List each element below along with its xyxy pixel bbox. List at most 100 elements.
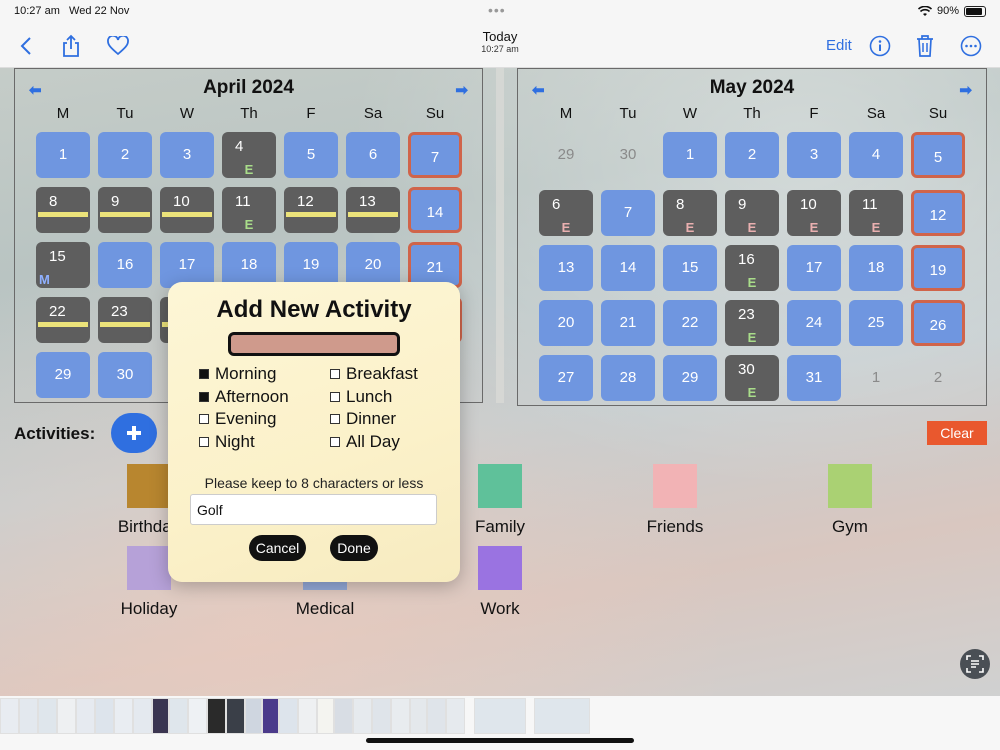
next-month-arrow-icon[interactable]: ➡	[959, 81, 972, 99]
screenshot-thumbnail[interactable]	[76, 698, 95, 734]
day-cell[interactable]: 23 E	[725, 300, 779, 346]
day-cell[interactable]: 16	[98, 242, 152, 288]
day-cell[interactable]: 10 E	[787, 190, 841, 236]
screenshot-thumbnail[interactable]	[207, 698, 226, 734]
day-cell[interactable]: 2	[725, 132, 779, 178]
info-icon[interactable]	[868, 34, 892, 58]
checkbox[interactable]	[199, 391, 209, 402]
text-scan-icon[interactable]	[960, 649, 990, 679]
screenshot-thumbnail[interactable]	[262, 698, 279, 734]
screenshot-thumbnail[interactable]	[427, 698, 446, 734]
more-icon[interactable]	[959, 34, 983, 58]
screenshot-thumbnail[interactable]	[38, 698, 57, 734]
day-cell[interactable]: 15 M	[36, 242, 90, 288]
activity-swatch[interactable]	[478, 464, 522, 508]
activity-swatch[interactable]	[478, 546, 522, 590]
screenshot-thumbnail[interactable]	[57, 698, 76, 734]
checkbox[interactable]	[330, 414, 340, 424]
heart-icon[interactable]	[106, 34, 130, 58]
day-cell[interactable]: 22	[663, 300, 717, 346]
done-button[interactable]: Done	[330, 535, 378, 561]
day-cell[interactable]: 2	[98, 132, 152, 178]
time-option[interactable]: Lunch	[330, 387, 392, 407]
activity-swatch[interactable]	[653, 464, 697, 508]
time-option[interactable]: Evening	[199, 409, 276, 429]
screenshot-thumbnail[interactable]	[279, 698, 298, 734]
screenshot-thumbnail[interactable]	[226, 698, 245, 734]
checkbox[interactable]	[330, 391, 340, 402]
day-cell[interactable]: 11 E	[849, 190, 903, 236]
day-cell[interactable]: 4	[849, 132, 903, 178]
day-cell[interactable]: 29	[36, 352, 90, 398]
day-cell[interactable]: 30	[98, 352, 152, 398]
screenshot-thumbnail[interactable]	[152, 698, 169, 734]
screenshot-thumbnail[interactable]	[446, 698, 465, 734]
day-cell[interactable]: 3	[787, 132, 841, 178]
clear-button[interactable]: Clear	[927, 421, 987, 445]
day-cell[interactable]: 3	[160, 132, 214, 178]
screenshot-thumbnail[interactable]	[474, 698, 526, 734]
home-indicator[interactable]	[366, 738, 634, 743]
time-option[interactable]: Dinner	[330, 409, 396, 429]
screenshot-thumbnail[interactable]	[95, 698, 114, 734]
day-cell[interactable]: 30 E	[725, 355, 779, 401]
checkbox[interactable]	[330, 436, 340, 447]
day-cell[interactable]: 9E	[725, 190, 779, 236]
day-cell[interactable]: 4E	[222, 132, 276, 178]
checkbox[interactable]	[199, 436, 209, 447]
screenshot-thumbnail[interactable]	[410, 698, 427, 734]
day-cell[interactable]: 17	[787, 245, 841, 291]
day-cell[interactable]: 31	[787, 355, 841, 401]
time-option[interactable]: Breakfast	[330, 364, 418, 384]
day-cell[interactable]: 26	[911, 300, 965, 346]
day-cell[interactable]: 19	[911, 245, 965, 291]
day-cell[interactable]: 5	[911, 132, 965, 178]
day-cell[interactable]: 8E	[663, 190, 717, 236]
day-cell[interactable]: 27	[539, 355, 593, 401]
share-icon[interactable]	[59, 34, 83, 58]
activity-swatch[interactable]	[127, 546, 171, 590]
day-cell[interactable]: 6	[346, 132, 400, 178]
screenshot-thumbnail[interactable]	[298, 698, 317, 734]
activity-swatch[interactable]	[828, 464, 872, 508]
day-cell[interactable]: 7	[408, 132, 462, 178]
day-cell[interactable]: 13	[539, 245, 593, 291]
screenshot-thumbnail[interactable]	[169, 698, 188, 734]
cancel-button[interactable]: Cancel	[249, 535, 306, 561]
time-option[interactable]: Morning	[199, 364, 276, 384]
day-cell[interactable]: 14	[408, 187, 462, 233]
checkbox[interactable]	[199, 369, 209, 379]
screenshot-thumbnail[interactable]	[334, 698, 353, 734]
screenshot-thumbnail[interactable]	[19, 698, 38, 734]
trash-icon[interactable]	[913, 34, 937, 58]
checkbox[interactable]	[199, 414, 209, 424]
day-cell[interactable]: 7	[601, 190, 655, 236]
day-cell[interactable]: 6E	[539, 190, 593, 236]
day-cell[interactable]: 16 E	[725, 245, 779, 291]
day-cell[interactable]: 10	[160, 187, 214, 233]
day-cell[interactable]: 9	[98, 187, 152, 233]
back-icon[interactable]	[14, 34, 38, 58]
day-cell[interactable]: 1	[36, 132, 90, 178]
activity-name-input[interactable]	[190, 494, 437, 525]
screenshot-thumbnail[interactable]	[391, 698, 410, 734]
screenshot-thumbnail[interactable]	[114, 698, 133, 734]
day-cell[interactable]: 15	[663, 245, 717, 291]
time-option[interactable]: Night	[199, 432, 255, 452]
add-activity-button[interactable]	[111, 413, 157, 453]
time-option[interactable]: All Day	[330, 432, 400, 452]
day-cell[interactable]: 20	[539, 300, 593, 346]
day-cell[interactable]: 18	[849, 245, 903, 291]
day-cell[interactable]: 1	[663, 132, 717, 178]
next-month-arrow-icon[interactable]: ➡	[455, 81, 468, 99]
day-cell[interactable]: 5	[284, 132, 338, 178]
day-cell[interactable]: 24	[787, 300, 841, 346]
screenshot-thumbnail[interactable]	[534, 698, 590, 734]
screenshot-thumbnail[interactable]	[245, 698, 262, 734]
day-cell[interactable]: 12	[284, 187, 338, 233]
screenshot-thumbnail[interactable]	[188, 698, 207, 734]
day-cell[interactable]: 25	[849, 300, 903, 346]
time-option[interactable]: Afternoon	[199, 387, 289, 407]
multitasking-dots[interactable]: •••	[488, 2, 506, 18]
day-cell[interactable]: 29	[663, 355, 717, 401]
